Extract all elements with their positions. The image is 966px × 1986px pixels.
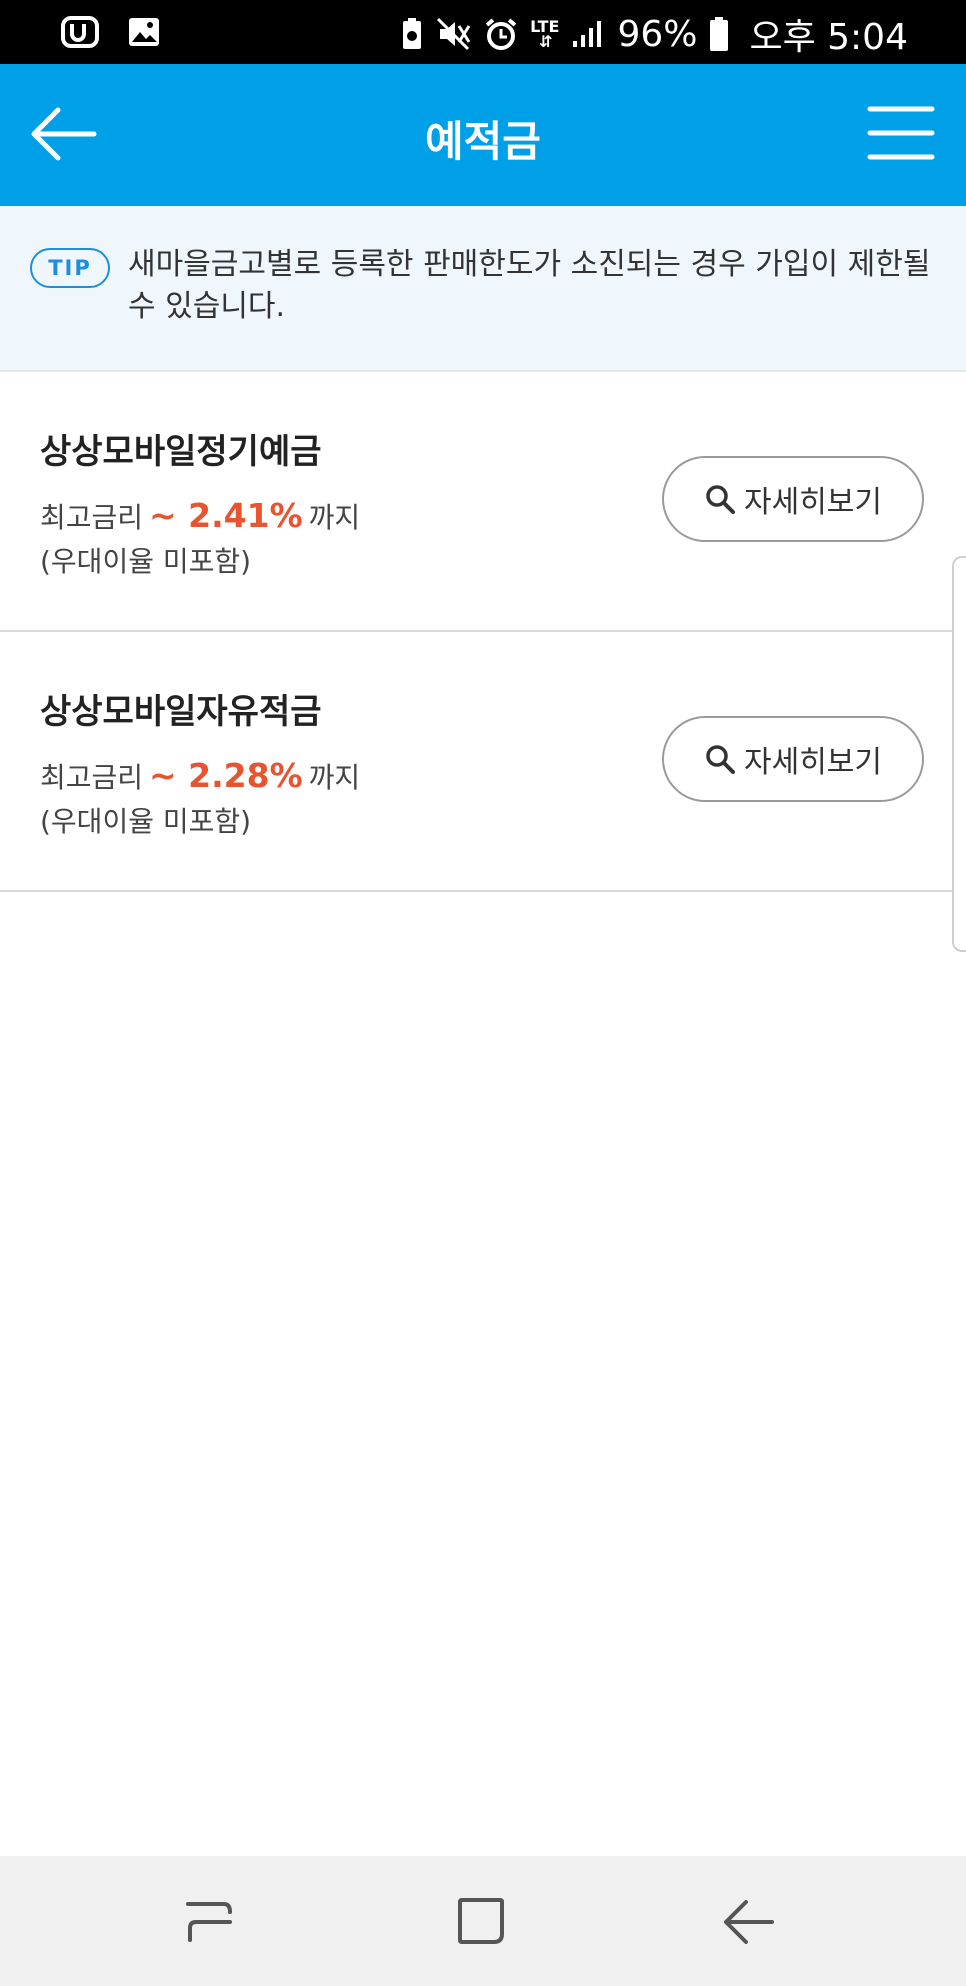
battery-saver-icon <box>400 17 424 51</box>
recent-apps-button[interactable] <box>180 1894 240 1948</box>
list-item: 상상모바일자유적금 최고금리 ~ 2.28% 까지 (우대이율 미포함) 자세히… <box>0 632 966 892</box>
status-left-icons <box>60 12 162 52</box>
edge-panel-handle[interactable] <box>952 556 966 952</box>
recent-apps-icon <box>186 1902 232 1942</box>
home-icon <box>458 1898 504 1944</box>
menu-button[interactable] <box>866 104 936 162</box>
home-button[interactable] <box>452 1894 512 1948</box>
list-item: 상상모바일정기예금 최고금리 ~ 2.41% 까지 (우대이율 미포함) 자세히… <box>0 372 966 632</box>
signal-icon <box>571 19 605 49</box>
rate-prefix: 최고금리 <box>40 501 144 534</box>
status-right-icons: LTE ⇵ 96% 오후 5:04 <box>400 8 908 60</box>
tip-badge: TIP <box>30 248 110 288</box>
detail-button-label: 자세히보기 <box>744 745 882 780</box>
rate-value: ~ 2.28% <box>149 756 303 795</box>
rate-suffix: 까지 <box>308 501 361 534</box>
tip-text: 새마을금고별로 등록한 판매한도가 소진되는 경우 가입이 제한될 수 있습니다… <box>128 247 931 324</box>
lte-icon: LTE ⇵ <box>530 17 560 51</box>
rate-value: ~ 2.41% <box>149 496 303 535</box>
image-icon <box>126 14 162 50</box>
battery-icon <box>709 16 729 52</box>
mute-icon <box>436 17 472 51</box>
rate-line: 최고금리 ~ 2.41% 까지 <box>40 496 360 536</box>
detail-button-label: 자세히보기 <box>744 485 882 520</box>
rate-suffix: 까지 <box>308 761 361 794</box>
app-bar: 예적금 <box>0 64 966 206</box>
rate-note: (우대이율 미포함) <box>40 805 252 838</box>
rate-note: (우대이율 미포함) <box>40 545 252 578</box>
detail-button[interactable]: 자세히보기 <box>662 456 924 542</box>
hamburger-menu-icon <box>867 106 935 160</box>
back-nav-button[interactable] <box>720 1894 780 1948</box>
page-title: 예적금 <box>425 117 541 166</box>
search-icon <box>706 745 735 774</box>
alarm-icon <box>484 17 518 51</box>
navigation-bar <box>0 1856 966 1986</box>
back-icon <box>724 1900 774 1944</box>
detail-button[interactable]: 자세히보기 <box>662 716 924 802</box>
product-name: 상상모바일정기예금 <box>40 432 322 472</box>
search-icon <box>706 485 735 514</box>
clock: 오후 5:04 <box>749 17 908 58</box>
tip-banner: TIP 새마을금고별로 등록한 판매한도가 소진되는 경우 가입이 제한될 수 … <box>0 206 966 372</box>
rate-line: 최고금리 ~ 2.28% 까지 <box>40 756 360 796</box>
product-name: 상상모바일자유적금 <box>40 692 322 732</box>
status-bar: LTE ⇵ 96% 오후 5:04 <box>0 0 966 64</box>
rate-prefix: 최고금리 <box>40 761 144 794</box>
u-plus-icon <box>60 12 100 52</box>
battery-percent: 96% <box>617 13 698 55</box>
